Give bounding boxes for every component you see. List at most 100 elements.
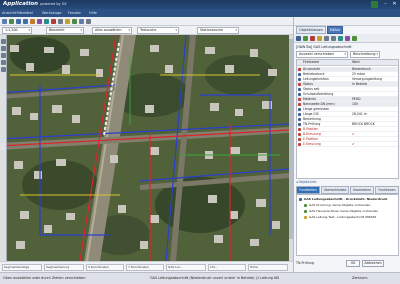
tree-item-label: GAS Leitungsabschnitt - Druckstufe: Nied… xyxy=(304,197,388,201)
menu-fenster[interactable]: Fenster xyxy=(68,11,81,15)
tree-item[interactable]: GAS Leitungsabschnitt - Druckstufe: Nied… xyxy=(297,197,398,202)
save-icon[interactable] xyxy=(79,19,84,24)
tree-item[interactable]: GAS Hausanschluss: keine Objekte vorhand… xyxy=(297,209,398,214)
tab-editor[interactable]: Editor xyxy=(327,26,343,34)
scope-select[interactable]: Alles auswählen ▾ xyxy=(92,27,132,34)
zoom-in-icon[interactable] xyxy=(16,19,21,24)
layer-select[interactable]: Bbeziehtl ▾ xyxy=(46,27,84,34)
field-icon xyxy=(298,133,301,136)
minimize-button[interactable]: – xyxy=(381,0,390,9)
field-icon xyxy=(298,73,301,76)
edit-icon[interactable] xyxy=(296,36,301,41)
ruler-icon[interactable] xyxy=(1,67,6,72)
identify-icon[interactable] xyxy=(44,19,49,24)
menu-hilfe[interactable]: Hilfe xyxy=(89,11,97,15)
selection-mode-select[interactable]: Auswahl verschieben ▾ xyxy=(296,51,348,58)
add-icon[interactable] xyxy=(303,36,308,41)
close-button[interactable]: ✕ xyxy=(390,0,399,9)
field-icon xyxy=(298,88,301,91)
menu-bar: Ansicht Hilfsmittel Werkzeuge Fenster Hi… xyxy=(0,9,400,17)
right-panel: Objektklassen Editor [HAW Ba] GAS Leitun… xyxy=(293,17,400,272)
tree-item-label: GAS Druckung: keine Objekte vorhanden xyxy=(309,203,371,207)
home-icon[interactable] xyxy=(1,53,6,58)
map-view[interactable] xyxy=(0,35,289,261)
tab-fundstellen[interactable]: Fundstellen xyxy=(296,186,320,194)
redo-icon[interactable] xyxy=(331,36,336,41)
tab-overview-list[interactable]: Übersichtsliste xyxy=(321,186,349,194)
map-tools-strip xyxy=(0,35,7,261)
field-name: E-Kreuzung xyxy=(303,142,321,146)
tree-item[interactable]: GAS Leitung Text - Leitungsabschnitt 086… xyxy=(297,215,398,220)
station-search-input[interactable]: Stationssuche ▾ xyxy=(197,27,239,34)
print-icon[interactable] xyxy=(58,19,63,24)
field-icon xyxy=(298,78,301,81)
tab-object-classes[interactable]: Objektklassen xyxy=(296,26,326,34)
title-bar: Application powered by GE – ✕ xyxy=(0,0,400,9)
pan-icon[interactable] xyxy=(9,19,14,24)
undo-icon[interactable] xyxy=(324,36,329,41)
ok-button[interactable]: OK xyxy=(346,260,360,267)
search-icon[interactable] xyxy=(65,19,70,24)
snap-icon[interactable] xyxy=(338,36,343,41)
pointer-icon[interactable] xyxy=(2,19,7,24)
segment-display[interactable]: Segmentanzeige xyxy=(2,264,42,271)
zoom-in-icon[interactable] xyxy=(1,39,6,44)
text-search-input[interactable]: Textsuche ▾ xyxy=(137,27,179,34)
field-icon xyxy=(298,93,301,96)
application-window: Application powered by GE – ✕ Ansicht Hil… xyxy=(0,0,400,284)
layers-icon[interactable] xyxy=(1,60,6,65)
menu-hilfsmittel[interactable]: Hilfsmittel xyxy=(15,11,33,15)
gas-layer-field: GAS Lei... xyxy=(166,264,206,271)
right-panel-header xyxy=(294,17,400,26)
zoom-out-icon[interactable] xyxy=(23,19,28,24)
zoom-out-icon[interactable] xyxy=(1,46,6,51)
selection-row: Auswahl verschieben ▾ Beschreibung ▾ xyxy=(296,51,399,58)
object-info-link[interactable]: ◂ Objekt-Info xyxy=(296,180,316,184)
attribute-row[interactable]: E-Kreuzung ✔ xyxy=(297,142,398,147)
tree-node-icon xyxy=(304,216,307,219)
tree-node-icon xyxy=(299,198,302,201)
selection-toolbar: 1:2,500 ▾ Bbeziehtl ▾ Alles auswählen ▾ Tex… xyxy=(0,26,293,43)
bottom-tabs: Fundstellen Übersichtsliste Geometrien F… xyxy=(296,186,399,194)
attribute-table-header: Feldname Wert xyxy=(297,60,398,66)
coordinates-3: 3 Koordinaten xyxy=(86,264,124,271)
tree-node-icon xyxy=(304,204,307,207)
field-icon xyxy=(298,118,301,121)
app-logo-icon xyxy=(371,1,378,8)
status-center: GAS Leitungsabschnitt (Niederdruck unver… xyxy=(150,276,280,280)
settings-icon[interactable] xyxy=(86,19,91,24)
lfd-field: Lfd... xyxy=(208,264,246,271)
scale-select[interactable]: 1:2,500 ▾ xyxy=(2,27,32,34)
split-icon[interactable] xyxy=(345,36,350,41)
menu-werkzeuge[interactable]: Werkzeuge xyxy=(42,11,61,15)
editor-toolbar xyxy=(294,34,400,43)
cancel-button[interactable]: Abbrechen xyxy=(362,260,384,267)
refresh-icon[interactable] xyxy=(72,19,77,24)
delete-icon[interactable] xyxy=(51,19,56,24)
aerial-map[interactable] xyxy=(0,35,289,261)
relation-tree: GAS Leitungsabschnitt - Druckstufe: Nied… xyxy=(296,194,399,256)
field-icon xyxy=(298,128,301,131)
column-header-value: Wert xyxy=(352,60,360,64)
field-value[interactable]: ✔ xyxy=(352,142,398,147)
coordinates-7: 7 Koordinaten xyxy=(126,264,164,271)
segmentation[interactable]: Segmentierung xyxy=(44,264,84,271)
copy-icon[interactable] xyxy=(317,36,322,41)
status-right: Zentrum: xyxy=(352,276,368,280)
field-icon xyxy=(298,83,301,86)
description-select[interactable]: Beschreibung ▾ xyxy=(350,51,380,58)
tab-geometries[interactable]: Geometrien xyxy=(350,186,374,194)
tab-functions[interactable]: Funktionen xyxy=(375,186,399,194)
delete-icon[interactable] xyxy=(310,36,315,41)
column-header-name: Feldname xyxy=(303,60,320,64)
tree-node-icon xyxy=(304,210,307,213)
tree-item[interactable]: GAS Druckung: keine Objekte vorhanden xyxy=(297,203,398,208)
field-icon xyxy=(298,138,301,141)
save-icon[interactable] xyxy=(352,36,357,41)
tn-check-label: TN-Prüfung xyxy=(296,261,314,265)
layers-icon[interactable] xyxy=(30,19,35,24)
object-title: [HAW Ba] GAS Leitungsabschnitt xyxy=(296,45,352,49)
menu-ansicht[interactable]: Ansicht xyxy=(2,11,15,15)
measure-icon[interactable] xyxy=(37,19,42,24)
tree-item-label: GAS Hausanschluss: keine Objekte vorhand… xyxy=(309,209,379,213)
